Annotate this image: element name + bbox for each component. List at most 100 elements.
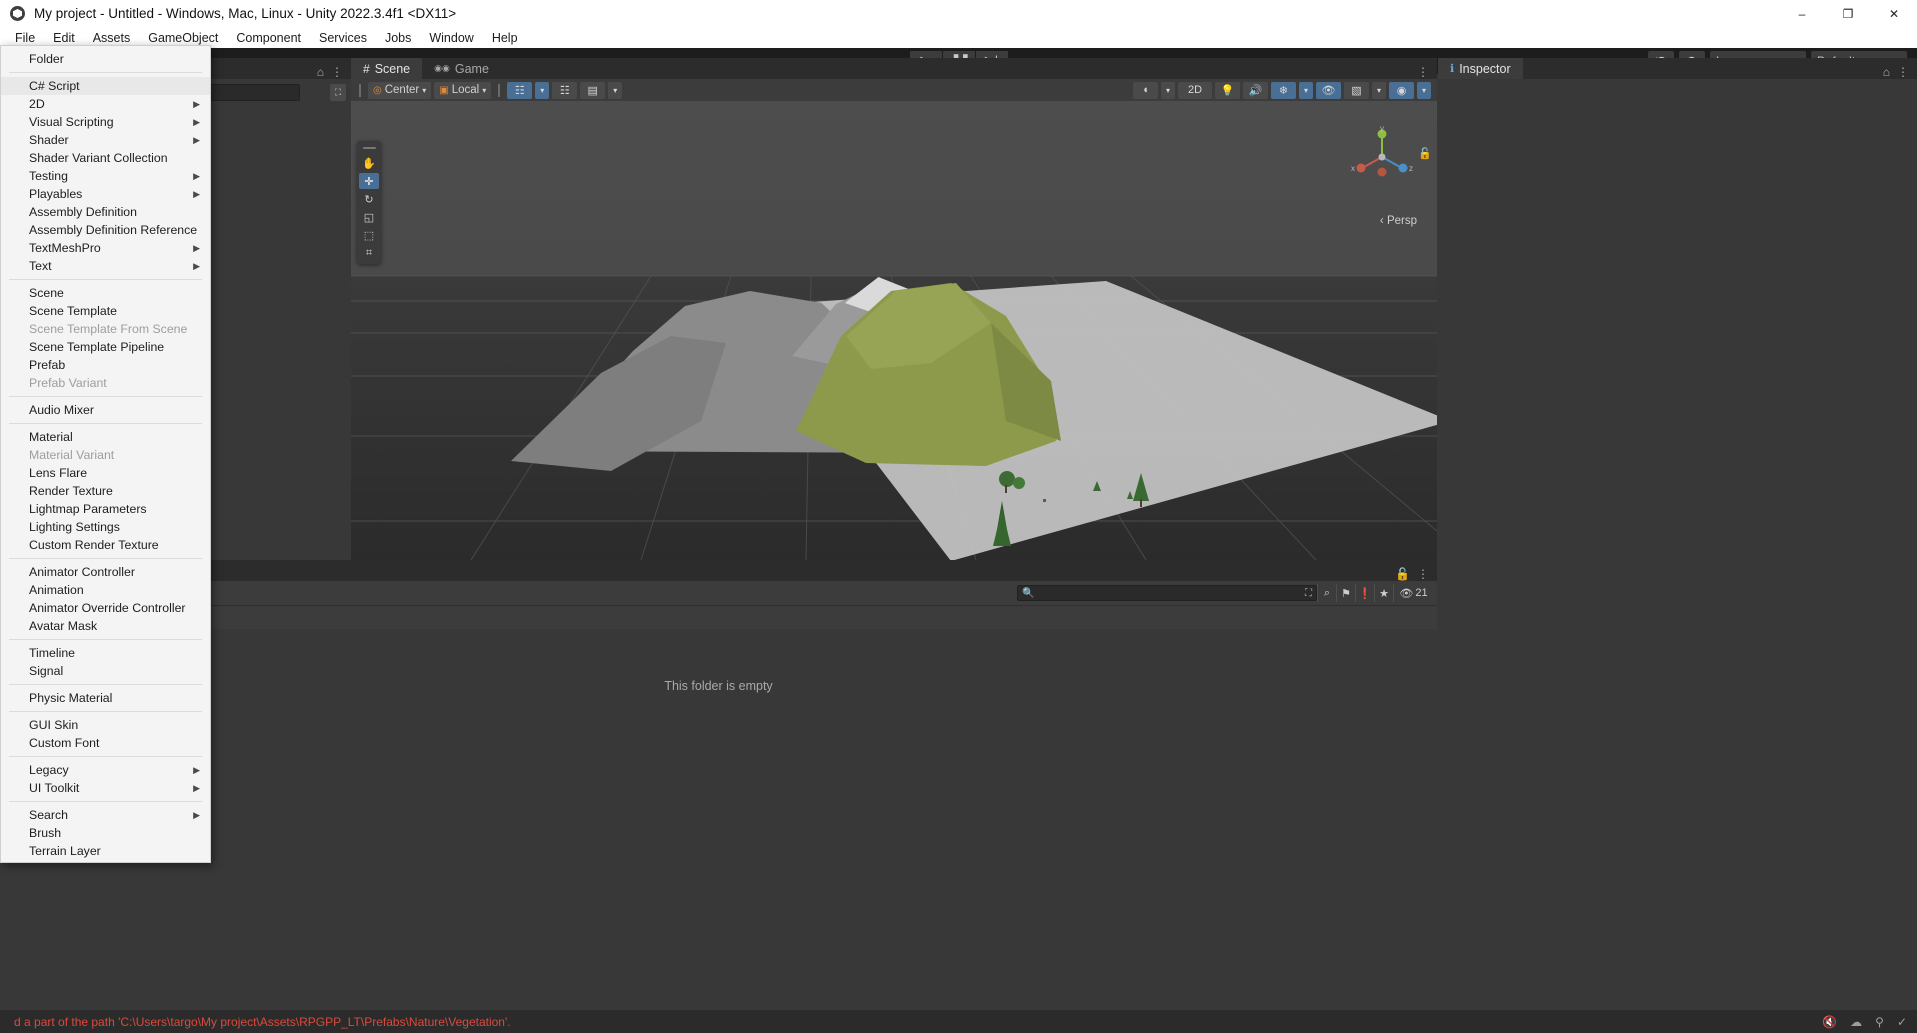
menu-item-signal[interactable]: Signal [1,662,210,680]
audio-icon[interactable]: 🔊 [1243,82,1268,99]
menu-item-shader[interactable]: Shader▶ [1,131,210,149]
menu-item-timeline[interactable]: Timeline [1,644,210,662]
menu-item-render-texture[interactable]: Render Texture [1,482,210,500]
grid-snap-dropdown[interactable]: ▾ [535,82,549,99]
tab-game[interactable]: ◉◉ Game [422,58,501,79]
panel-menu-icon[interactable]: ⋮ [1417,567,1429,581]
hand-tool-button[interactable]: ✋ [359,155,379,171]
project-search-box[interactable]: 🔍 ⛶ [1017,585,1317,601]
create-asset-context-menu[interactable]: FolderC# Script2D▶Visual Scripting▶Shade… [0,45,211,863]
menu-edit[interactable]: Edit [44,29,84,47]
check-icon[interactable]: ✓ [1897,1015,1907,1029]
2d-toggle-button[interactable]: 2D [1178,82,1212,99]
menu-item-scene-template[interactable]: Scene Template [1,302,210,320]
gizmos-dropdown[interactable]: ▾ [1417,82,1431,99]
shading-mode-dropdown[interactable]: ▾ [1161,82,1175,99]
scene-orientation-gizmo[interactable]: y x z [1349,123,1415,185]
menu-item-assembly-definition[interactable]: Assembly Definition [1,203,210,221]
handle-space-dropdown[interactable]: ▣ Local ▾ [434,82,491,99]
menu-item-brush[interactable]: Brush [1,824,210,842]
maximize-button[interactable]: ❐ [1825,0,1871,27]
camera-dropdown[interactable]: ▾ [1372,82,1386,99]
tab-scene[interactable]: # Scene [351,58,422,79]
menu-item-shader-variant-collection[interactable]: Shader Variant Collection [1,149,210,167]
menu-item-terrain-layer[interactable]: Terrain Layer [1,842,210,860]
menu-component[interactable]: Component [227,29,310,47]
shading-mode-icon[interactable]: ◖ [1133,82,1158,99]
menu-item-legacy[interactable]: Legacy▶ [1,761,210,779]
menu-item-search[interactable]: Search▶ [1,806,210,824]
expand-search-icon[interactable]: ⛶ [1305,588,1312,599]
minimize-button[interactable]: – [1779,0,1825,27]
warning-icon[interactable]: ❗ [1355,584,1374,602]
scale-tool-button[interactable]: ◱ [359,209,379,225]
label-icon[interactable]: ⚑ [1336,584,1355,602]
move-tool-button[interactable]: ✛ [359,173,379,189]
hidden-count-badge[interactable]: 👁 21 [1393,584,1433,602]
panel-menu-icon[interactable]: ⋮ [1897,65,1909,79]
close-button[interactable]: ✕ [1871,0,1917,27]
gizmos-icon[interactable]: ◉ [1389,82,1414,99]
pivot-mode-dropdown[interactable]: ◎ Center ▾ [368,82,431,99]
align-icon[interactable]: ▤ [580,82,605,99]
menu-help[interactable]: Help [483,29,527,47]
menu-item-scene-template-pipeline[interactable]: Scene Template Pipeline [1,338,210,356]
panel-menu-icon[interactable]: ⋮ [331,65,343,79]
scene-viewport[interactable]: ▸ ▸ ▸ ▸ ▸ ▸ ✋ ✛ ↻ ◱ ⬚ ⌗ [351,101,1437,560]
menu-item-animation[interactable]: Animation [1,581,210,599]
lock-icon[interactable]: ⌂ [1883,65,1890,79]
project-content-area[interactable]: This folder is empty [0,629,1437,997]
grid-snap-icon[interactable]: ☷ [507,82,532,99]
palette-drag-handle[interactable] [363,147,376,149]
menu-item-lighting-settings[interactable]: Lighting Settings [1,518,210,536]
lock-icon[interactable]: 🔓 [1395,567,1410,581]
menu-item-textmeshpro[interactable]: TextMeshPro▶ [1,239,210,257]
status-message[interactable]: d a part of the path 'C:\Users\targo\My … [14,1015,511,1029]
menu-item-scene[interactable]: Scene [1,284,210,302]
align-dropdown[interactable]: ▾ [608,82,622,99]
menu-item-assembly-definition-reference[interactable]: Assembly Definition Reference [1,221,210,239]
hierarchy-expand-icon[interactable]: ⛶ [330,84,346,101]
menu-services[interactable]: Services [310,29,376,47]
menu-item-playables[interactable]: Playables▶ [1,185,210,203]
hidden-objects-icon[interactable]: 👁 [1316,82,1341,99]
lighting-icon[interactable]: 💡 [1215,82,1240,99]
menu-item-animator-controller[interactable]: Animator Controller [1,563,210,581]
favorite-icon[interactable]: ★ [1374,584,1393,602]
account-icon[interactable]: ⚲ [1875,1015,1884,1029]
menu-item-audio-mixer[interactable]: Audio Mixer [1,401,210,419]
collab-icon[interactable]: ☁ [1850,1015,1862,1029]
menu-item-physic-material[interactable]: Physic Material [1,689,210,707]
rect-tool-button[interactable]: ⬚ [359,227,379,243]
effects-icon[interactable]: ❄ [1271,82,1296,99]
menu-item-c-script[interactable]: C# Script [1,77,210,95]
tab-inspector[interactable]: ℹ Inspector [1438,58,1523,79]
menu-item-custom-render-texture[interactable]: Custom Render Texture [1,536,210,554]
menu-item-material[interactable]: Material [1,428,210,446]
menu-item-ui-toolkit[interactable]: UI Toolkit▶ [1,779,210,797]
menu-gameobject[interactable]: GameObject [139,29,227,47]
menu-item-2d[interactable]: 2D▶ [1,95,210,113]
save-search-icon[interactable]: ⌕ [1317,584,1336,602]
menu-item-custom-font[interactable]: Custom Font [1,734,210,752]
mute-audio-icon[interactable]: 🔇 [1822,1015,1837,1029]
menu-item-avatar-mask[interactable]: Avatar Mask [1,617,210,635]
lock-icon[interactable]: ⌂ [317,65,324,79]
menu-item-lens-flare[interactable]: Lens Flare [1,464,210,482]
menu-item-animator-override-controller[interactable]: Animator Override Controller [1,599,210,617]
menu-item-folder[interactable]: Folder [1,50,210,68]
menu-item-lightmap-parameters[interactable]: Lightmap Parameters [1,500,210,518]
camera-icon[interactable]: ▧ [1344,82,1369,99]
projection-mode-label[interactable]: ‹ Persp [1380,215,1417,227]
menu-item-testing[interactable]: Testing▶ [1,167,210,185]
menu-jobs[interactable]: Jobs [376,29,420,47]
menu-file[interactable]: File [6,29,44,47]
rotate-tool-button[interactable]: ↻ [359,191,379,207]
menu-item-gui-skin[interactable]: GUI Skin [1,716,210,734]
project-search-input[interactable] [1038,587,1301,599]
snap-increment-icon[interactable]: ☷ [552,82,577,99]
menu-assets[interactable]: Assets [84,29,140,47]
transform-tool-button[interactable]: ⌗ [359,245,379,261]
menu-item-visual-scripting[interactable]: Visual Scripting▶ [1,113,210,131]
effects-dropdown[interactable]: ▾ [1299,82,1313,99]
